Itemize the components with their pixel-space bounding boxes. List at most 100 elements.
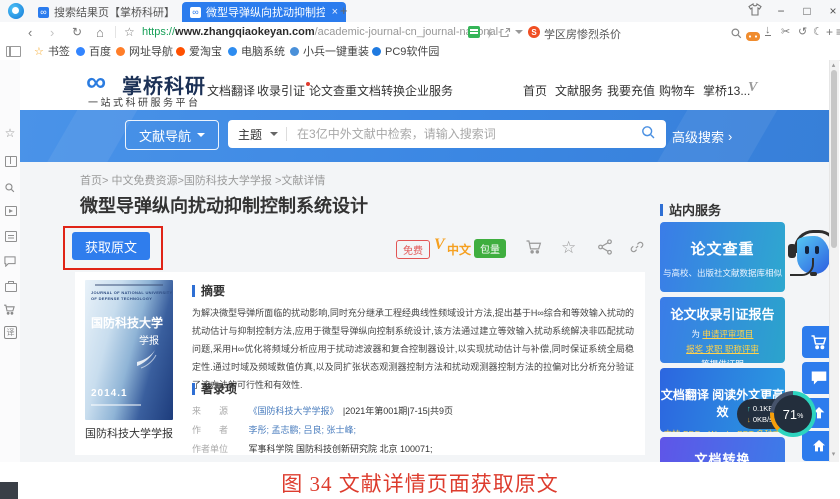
- biblio-label: 作者单位: [192, 442, 244, 455]
- reading-book-icon[interactable]: [5, 156, 17, 167]
- nav-doc-translate[interactable]: 文档翻译: [207, 82, 255, 99]
- forward-button[interactable]: ›: [50, 25, 54, 40]
- cover-bottom-rule: [91, 404, 141, 406]
- new-tab-button[interactable]: +: [340, 3, 348, 18]
- bookmark-nav-site[interactable]: 网址导航: [116, 42, 173, 60]
- service-card-title: 论文查重: [660, 238, 785, 259]
- theme-shirt-icon[interactable]: [748, 3, 762, 21]
- side-panel-icon[interactable]: [6, 46, 21, 57]
- weibo-icon[interactable]: [5, 231, 17, 242]
- screenshot-root: ∞ 搜索结果页【掌桥科研】 ∞ 微型导弹纵向扰动抑制控制系统设计 × + − □…: [0, 0, 840, 499]
- bookmark-reinstall[interactable]: 小兵一键重装: [290, 42, 369, 60]
- bookmark-label: 书签: [48, 43, 70, 59]
- bookmark-pc9[interactable]: PC9软件园: [372, 42, 439, 60]
- service-card-links[interactable]: 报奖 求职 职称评审: [660, 343, 785, 355]
- night-mode-icon[interactable]: ☾: [813, 25, 823, 38]
- service-card-plagiarism[interactable]: 论文查重 与高校、出版社文献数据库相似: [660, 222, 785, 292]
- collect-star-icon[interactable]: ☆: [561, 238, 576, 258]
- address-dropdown-caret-icon[interactable]: [515, 30, 523, 34]
- cart-icon[interactable]: [3, 303, 16, 321]
- bookmark-pc-system[interactable]: 电脑系统: [228, 42, 285, 60]
- tab-close-icon[interactable]: ×: [332, 6, 338, 18]
- back-button[interactable]: ‹: [28, 25, 32, 40]
- upload-value: 0.1: [753, 404, 763, 413]
- nav-citation[interactable]: 收录引证: [257, 82, 310, 99]
- chat-icon: [810, 370, 828, 386]
- address-bar[interactable]: https://www.zhangqiaokeyan.com/academic-…: [142, 26, 502, 38]
- bookmark-baidu[interactable]: 百度: [76, 42, 111, 60]
- usernav-cart[interactable]: 购物车: [659, 82, 695, 99]
- add-to-cart-icon[interactable]: [525, 238, 543, 261]
- taskbar-fragment: [0, 482, 18, 499]
- bookmark-folder[interactable]: ☆ 书签: [34, 42, 70, 60]
- article-title: 微型导弹纵向扰动抑制控制系统设计: [80, 192, 368, 218]
- biblio-authors-links[interactable]: 李彤; 孟志鹏; 吕良; 张士峰;: [248, 425, 356, 435]
- history-undo-icon[interactable]: ↺: [798, 25, 807, 38]
- advanced-search-link[interactable]: 高级搜索 ›: [672, 127, 732, 146]
- nav-plagiarism-check[interactable]: 论文查重: [309, 82, 357, 99]
- nav-enterprise[interactable]: 企业服务: [405, 82, 453, 99]
- window-close-button[interactable]: ×: [824, 4, 840, 18]
- window-maximize-button[interactable]: □: [798, 4, 816, 18]
- usernav-home[interactable]: 首页: [523, 82, 547, 99]
- video-player-icon[interactable]: [5, 206, 17, 216]
- download-icon[interactable]: ↓: [765, 25, 771, 36]
- biblio-label: 作 者: [192, 423, 244, 436]
- search-input[interactable]: [295, 126, 632, 142]
- reading-mode-icon[interactable]: [468, 26, 480, 38]
- search-banner: 文献导航 主题 高级搜索 ›: [20, 110, 830, 162]
- service-card-citation-report[interactable]: 论文收录引证报告 为 申请评审项目 报奖 求职 职称评审 等提供证明: [660, 297, 785, 363]
- get-original-button[interactable]: 获取原文: [72, 232, 150, 260]
- window-minimize-button[interactable]: −: [772, 4, 790, 18]
- favorites-star-icon[interactable]: ☆: [0, 126, 20, 140]
- pc9-icon: [372, 47, 381, 56]
- usernav-username[interactable]: 掌桥13...: [703, 82, 750, 99]
- search-box[interactable]: 主题: [228, 120, 666, 148]
- bookmark-aitaobao[interactable]: 爱淘宝: [176, 42, 222, 60]
- biblio-row-source: 来 源 《国防科技大学学报》 |2021年第001期|7-15|共9页: [192, 401, 453, 419]
- add-extension-icon[interactable]: +: [826, 25, 833, 39]
- breadcrumb[interactable]: 首页> 中文免费资源>国防科技大学学报 >文献详情: [80, 172, 325, 188]
- service-card-link[interactable]: 申请评审项目: [702, 329, 753, 339]
- qq-browser-logo-icon[interactable]: [8, 3, 24, 19]
- briefcase-icon[interactable]: [5, 283, 17, 292]
- hot-news-icon: S: [528, 26, 540, 38]
- usernav-recharge[interactable]: 我要充值: [607, 82, 655, 99]
- advanced-search-label: 高级搜索: [672, 127, 724, 146]
- refresh-button[interactable]: ↻: [72, 25, 82, 39]
- screenshot-scissors-icon[interactable]: ✂: [781, 25, 790, 38]
- zhangqiao-favicon-icon: ∞: [190, 7, 201, 18]
- hot-news-text[interactable]: 学区房惨烈杀价: [544, 26, 621, 42]
- up-arrow-icon: ↑: [747, 404, 751, 413]
- literature-nav-button[interactable]: 文献导航: [125, 120, 219, 150]
- site-header: ∞ 掌桥科研 一站式科研服务平台 文档翻译 收录引证 论文查重 文档转换 企业服…: [20, 60, 830, 110]
- package-badge: 包量: [474, 239, 506, 258]
- memory-usage-gauge[interactable]: 71%: [770, 391, 816, 437]
- nav-doc-convert[interactable]: 文档转换: [357, 82, 405, 99]
- zhangqiao-logo-icon[interactable]: ∞: [86, 68, 106, 96]
- translate-icon[interactable]: 译: [4, 326, 17, 339]
- home-button[interactable]: ⌂: [96, 25, 104, 40]
- scrollbar-down-arrow[interactable]: ▾: [829, 450, 838, 458]
- pc-system-icon: [228, 47, 237, 56]
- menu-icon[interactable]: ≡: [836, 25, 840, 39]
- search-scope-select[interactable]: 主题: [238, 126, 262, 143]
- tab-article-active[interactable]: ∞ 微型导弹纵向扰动抑制控制系统设计 ×: [182, 2, 346, 22]
- cover-top-rule: [95, 284, 163, 286]
- star-icon: ☆: [34, 45, 44, 58]
- chat-icon[interactable]: [4, 254, 16, 272]
- headset-mic-tip-icon: [810, 272, 817, 276]
- link-icon[interactable]: [628, 238, 646, 261]
- biblio-value: 军事科学院 国防科技创新研究院 北京 100071;: [248, 444, 432, 454]
- tab-search-results[interactable]: ∞ 搜索结果页【掌桥科研】: [30, 2, 194, 22]
- favorite-star-icon[interactable]: ☆: [124, 25, 135, 39]
- scrollbar-up-arrow[interactable]: ▴: [829, 61, 838, 69]
- journal-cover-image: JOURNAL OF NATIONAL UNIVERSITY OF DEFENS…: [85, 280, 173, 420]
- search-icon[interactable]: [4, 180, 15, 198]
- biblio-source-link[interactable]: 《国防科技大学学报》: [248, 406, 338, 416]
- share-icon[interactable]: [596, 238, 614, 261]
- usernav-literature-service[interactable]: 文献服务: [555, 82, 603, 99]
- scrollbar-thumb[interactable]: [831, 70, 837, 248]
- search-submit-icon[interactable]: [640, 124, 656, 145]
- cover-issue: 2014.1: [91, 388, 128, 399]
